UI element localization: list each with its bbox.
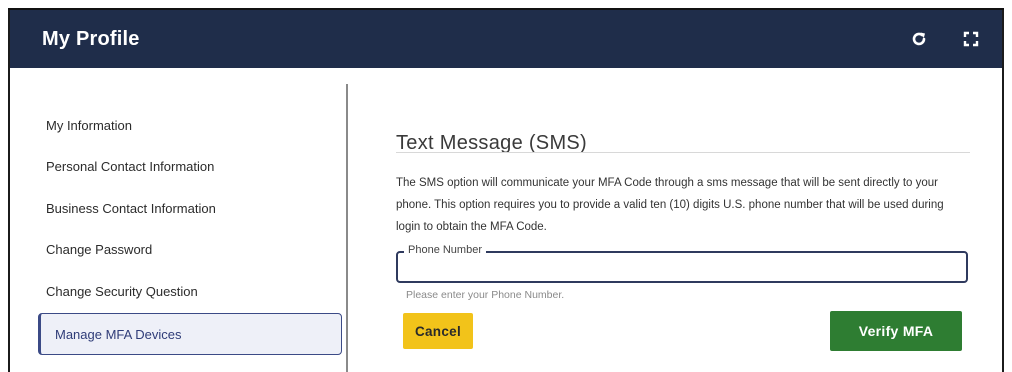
- sms-description: The SMS option will communicate your MFA…: [396, 177, 944, 233]
- phone-number-input[interactable]: [398, 253, 966, 281]
- phone-number-field[interactable]: Phone Number: [396, 244, 968, 283]
- main-content: Text Message (SMS) The SMS option will c…: [348, 68, 1002, 372]
- verify-mfa-button[interactable]: Verify MFA: [830, 311, 962, 351]
- cancel-button[interactable]: Cancel: [403, 313, 473, 349]
- refresh-icon[interactable]: [908, 28, 930, 50]
- header-actions: [908, 28, 982, 50]
- sidebar-item-change-password[interactable]: Change Password: [46, 242, 152, 257]
- page-title: My Profile: [42, 27, 140, 50]
- app-header: My Profile: [10, 10, 1002, 68]
- sidebar-item-change-security-question[interactable]: Change Security Question: [46, 284, 198, 299]
- phone-number-helper-text: Please enter your Phone Number.: [406, 289, 565, 301]
- fullscreen-icon[interactable]: [960, 28, 982, 50]
- sidebar-item-business-contact[interactable]: Business Contact Information: [46, 201, 216, 216]
- sidebar-item-manage-mfa-devices[interactable]: Manage MFA Devices: [38, 313, 342, 355]
- title-divider: [396, 152, 970, 153]
- phone-number-label: Phone Number: [404, 244, 486, 256]
- sidebar-item-my-information[interactable]: My Information: [46, 118, 132, 133]
- profile-sidebar: My Information Personal Contact Informat…: [10, 68, 346, 372]
- sidebar-item-personal-contact[interactable]: Personal Contact Information: [46, 159, 214, 174]
